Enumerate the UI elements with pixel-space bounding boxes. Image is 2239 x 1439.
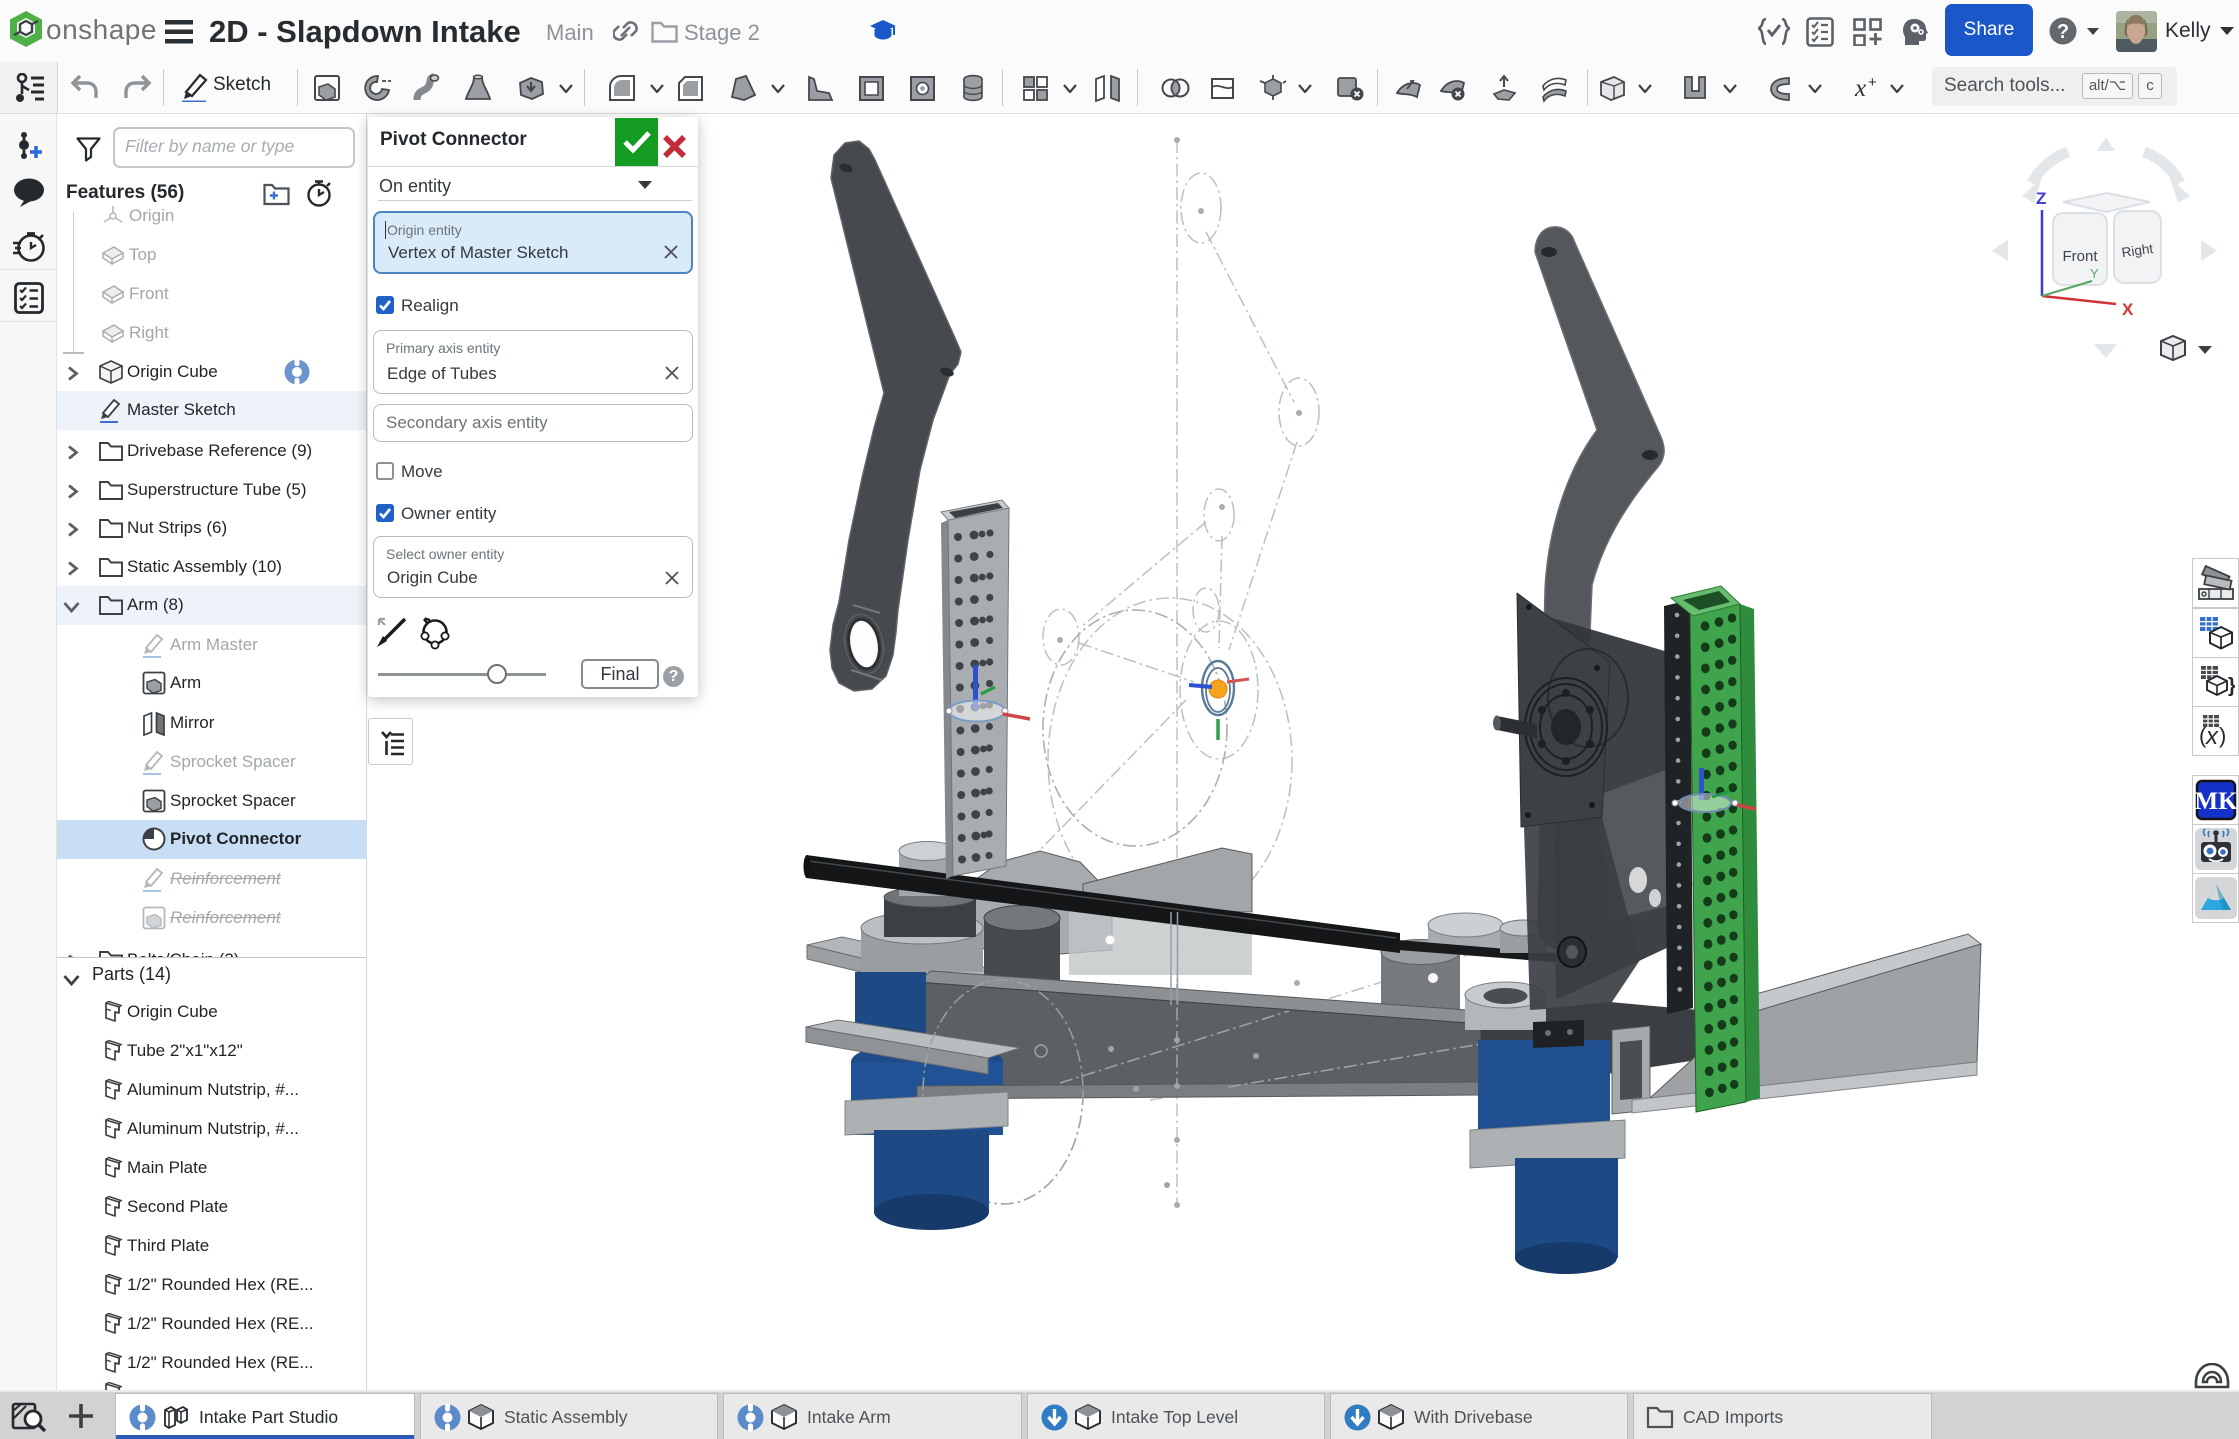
svg-text:Y: Y [2090, 266, 2099, 281]
svg-text:}: } [2228, 675, 2235, 697]
svg-text:Z: Z [2036, 189, 2046, 208]
svg-text:MK: MK [2195, 788, 2237, 815]
svg-text:x: x [2205, 723, 2219, 749]
svg-text:Front: Front [2062, 248, 2098, 265]
svg-text:?: ? [2057, 21, 2069, 43]
svg-text:x: x [1854, 75, 1866, 102]
svg-text:X: X [2122, 300, 2134, 319]
svg-text:): ) [2219, 723, 2226, 748]
svg-text:+: + [1868, 74, 1877, 91]
